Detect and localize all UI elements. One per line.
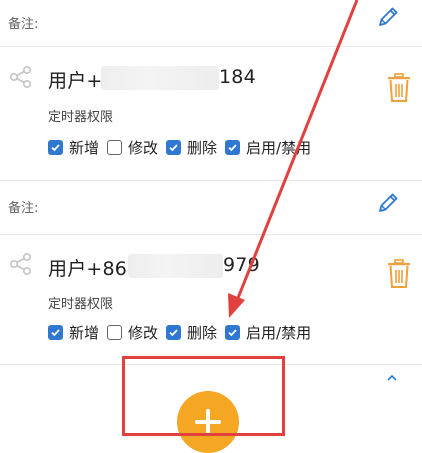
checkbox-add[interactable]: 新增 bbox=[48, 137, 99, 158]
checkbox-label: 新增 bbox=[69, 138, 100, 157]
user-name-suffix: 184 bbox=[219, 66, 256, 88]
checkbox-enable-disable[interactable]: 启用/禁用 bbox=[225, 322, 311, 343]
redaction-mask bbox=[101, 66, 219, 90]
chevron-up-icon[interactable] bbox=[386, 374, 398, 382]
checkbox-edit[interactable]: 修改 bbox=[107, 322, 158, 343]
checkbox-label: 修改 bbox=[128, 323, 159, 342]
checkbox-label: 新增 bbox=[69, 323, 100, 342]
note-label: 备注: bbox=[8, 201, 39, 216]
divider bbox=[0, 180, 422, 181]
checkbox-label: 启用/禁用 bbox=[246, 323, 312, 342]
checkbox-checked[interactable] bbox=[166, 324, 182, 340]
annotation-highlight-box bbox=[122, 356, 285, 436]
user-name-suffix: 979 bbox=[223, 254, 260, 276]
checkbox-add[interactable]: 新增 bbox=[48, 322, 99, 343]
checkbox-checked[interactable] bbox=[166, 139, 182, 155]
redaction-mask bbox=[128, 254, 223, 278]
checkbox-label: 删除 bbox=[187, 138, 218, 157]
user-name-prefix: 用户+ bbox=[48, 70, 103, 92]
checkbox-enable-disable[interactable]: 启用/禁用 bbox=[225, 137, 311, 158]
permission-row: 新增 修改 删除 启用/禁用 bbox=[48, 321, 319, 343]
user-name-prefix: 用户+86 bbox=[48, 258, 128, 280]
trash-icon[interactable] bbox=[386, 73, 412, 103]
checkbox-checked[interactable] bbox=[225, 324, 241, 340]
permission-title: 定时器权限 bbox=[48, 297, 114, 312]
checkbox-edit[interactable]: 修改 bbox=[107, 137, 158, 158]
pencil-icon[interactable] bbox=[375, 190, 401, 216]
checkbox-checked[interactable] bbox=[48, 139, 63, 155]
checkbox-label: 修改 bbox=[128, 138, 159, 157]
checkbox-label: 启用/禁用 bbox=[246, 138, 312, 157]
pencil-icon[interactable] bbox=[375, 4, 401, 30]
divider bbox=[0, 46, 422, 47]
trash-icon[interactable] bbox=[386, 259, 412, 289]
share-icon[interactable] bbox=[8, 251, 34, 277]
note-label: 备注: bbox=[8, 17, 39, 32]
checkbox-delete[interactable]: 删除 bbox=[166, 137, 217, 158]
checkbox-unchecked[interactable] bbox=[107, 324, 123, 340]
permission-row: 新增 修改 删除 启用/禁用 bbox=[48, 136, 319, 158]
checkbox-delete[interactable]: 删除 bbox=[166, 322, 217, 343]
checkbox-label: 删除 bbox=[187, 323, 218, 342]
share-icon[interactable] bbox=[8, 64, 34, 90]
checkbox-checked[interactable] bbox=[48, 324, 63, 340]
divider bbox=[0, 234, 422, 235]
checkbox-unchecked[interactable] bbox=[107, 139, 123, 155]
checkbox-checked[interactable] bbox=[225, 139, 241, 155]
permission-title: 定时器权限 bbox=[48, 110, 114, 125]
